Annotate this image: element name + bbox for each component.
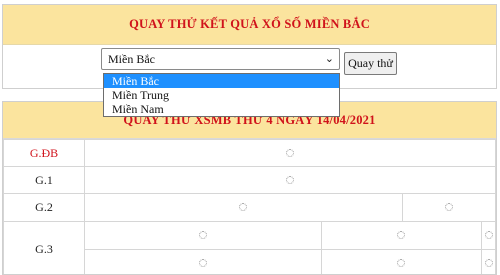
prize-cell	[84, 249, 322, 274]
prize-cell	[84, 221, 322, 250]
region-dropdown-list: Miền Bắc Miền Trung Miền Nam	[103, 73, 340, 117]
prize-label-db: G.ĐB	[3, 139, 85, 167]
loading-spinner-icon	[198, 259, 207, 267]
region-option-mien-nam[interactable]: Miền Nam	[104, 102, 339, 116]
quick-draw-header: QUAY THỬ KẾT QUẢ XỔ SỐ MIỀN BẮC	[3, 5, 496, 45]
loading-spinner-icon	[286, 175, 294, 184]
prize-row-g2: G.2	[3, 193, 496, 222]
loading-spinner-icon	[198, 231, 207, 239]
loading-spinner-icon	[286, 148, 294, 157]
region-option-mien-bac[interactable]: Miền Bắc	[104, 74, 339, 88]
loading-spinner-icon	[444, 203, 453, 211]
prize-label-g2: G.2	[3, 193, 85, 222]
prize-label-g1: G.1	[3, 166, 85, 194]
loading-spinner-icon	[239, 203, 248, 211]
quick-draw-title: QUAY THỬ KẾT QUẢ XỔ SỐ MIỀN BẮC	[129, 17, 370, 31]
prize-cell	[84, 193, 403, 222]
results-table: G.ĐB G.1 G.2 G.3	[3, 139, 496, 274]
prize-cell	[481, 249, 496, 274]
loading-spinner-icon	[484, 231, 493, 239]
region-select-value: Miền Bắc	[108, 52, 155, 66]
spin-button[interactable]: Quay thử	[344, 52, 397, 75]
prize-cell	[320, 221, 483, 250]
loading-spinner-icon	[484, 259, 493, 267]
prize-cell	[84, 166, 496, 194]
prize-label-g3: G.3	[3, 221, 85, 274]
prize-row-g1: G.1	[3, 166, 496, 194]
loading-spinner-icon	[397, 259, 406, 267]
prize-cell	[481, 221, 496, 250]
prize-cell	[401, 193, 496, 222]
region-select[interactable]: Miền Bắc ⌄	[101, 48, 340, 70]
prize-row-g3a: G.3	[3, 221, 496, 274]
prize-cell	[320, 249, 483, 274]
chevron-down-icon: ⌄	[324, 52, 334, 65]
prize-row-db: G.ĐB	[3, 139, 496, 167]
loading-spinner-icon	[397, 231, 406, 239]
prize-cell	[84, 139, 496, 167]
result-panel: QUAY THỬ XSMB THỨ 4 NGÀY 14/04/2021 G.ĐB…	[2, 101, 497, 275]
region-option-mien-trung[interactable]: Miền Trung	[104, 88, 339, 102]
